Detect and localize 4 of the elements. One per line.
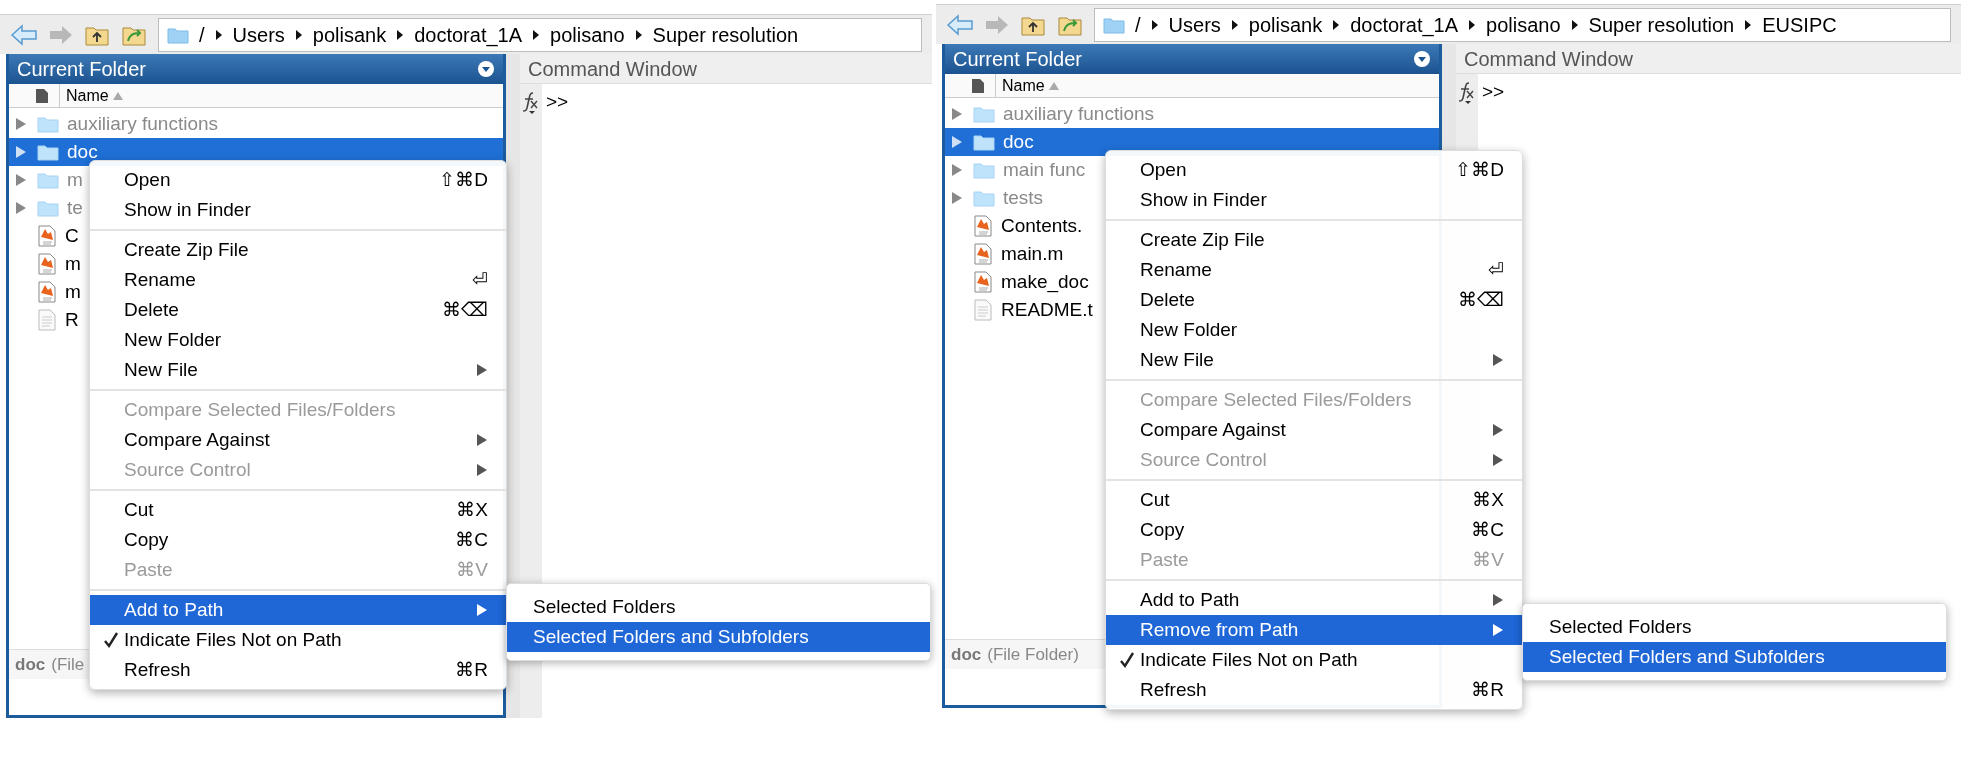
panel-title: Command Window bbox=[528, 56, 697, 82]
panel-title: Current Folder bbox=[953, 47, 1082, 72]
panel-title: Current Folder bbox=[17, 57, 146, 82]
panel-title: Command Window bbox=[1464, 46, 1633, 72]
